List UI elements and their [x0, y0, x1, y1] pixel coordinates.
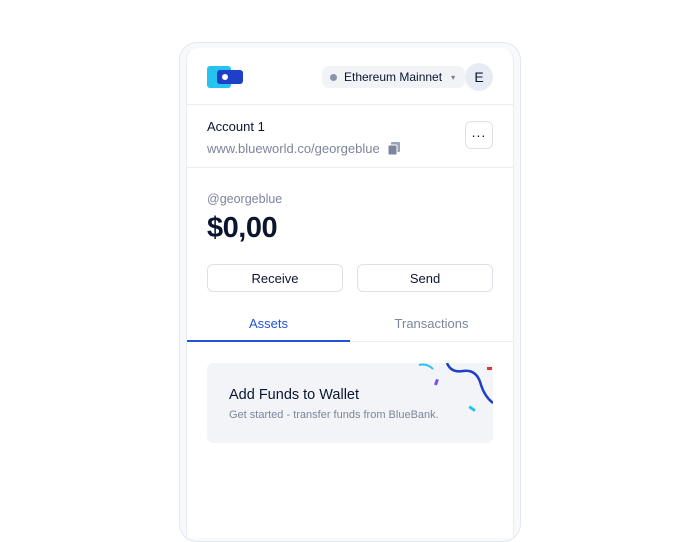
- network-status-dot: [330, 73, 337, 81]
- avatar-initial: E: [474, 69, 484, 85]
- add-funds-title: Add Funds to Wallet: [229, 387, 360, 403]
- wallet-balance: $0,00: [207, 212, 278, 244]
- account-url-row: www.blueworld.co/georgeblue: [207, 141, 400, 156]
- chevron-down-icon: ▾: [451, 72, 456, 82]
- wallet-logo-icon: [207, 66, 243, 88]
- wallet-panel: Ethereum Mainnet ▾ E Account 1 www.bluew…: [186, 48, 514, 538]
- copy-icon[interactable]: [387, 142, 400, 155]
- network-label: Ethereum Mainnet: [344, 70, 443, 84]
- add-funds-card[interactable]: Add Funds to Wallet Get started - transf…: [207, 363, 493, 443]
- account-more-button[interactable]: ...: [465, 121, 493, 149]
- account-section: Account 1 www.blueworld.co/georgeblue ..…: [187, 105, 513, 168]
- send-button[interactable]: Send: [357, 264, 493, 292]
- more-horizontal-icon: ...: [471, 124, 487, 140]
- wallet-username: @georgeblue: [207, 192, 283, 206]
- receive-button[interactable]: Receive: [207, 264, 343, 292]
- wallet-tabs: Assets Transactions: [187, 310, 513, 342]
- tab-assets[interactable]: Assets: [187, 310, 350, 342]
- account-name: Account 1: [207, 119, 265, 134]
- network-selector[interactable]: Ethereum Mainnet ▾: [322, 66, 466, 88]
- account-url: www.blueworld.co/georgeblue: [207, 141, 380, 156]
- tab-transactions[interactable]: Transactions: [350, 310, 513, 341]
- wallet-header: Ethereum Mainnet ▾ E: [187, 48, 513, 105]
- confetti-decoration-icon: [418, 363, 493, 412]
- account-avatar[interactable]: E: [465, 63, 493, 91]
